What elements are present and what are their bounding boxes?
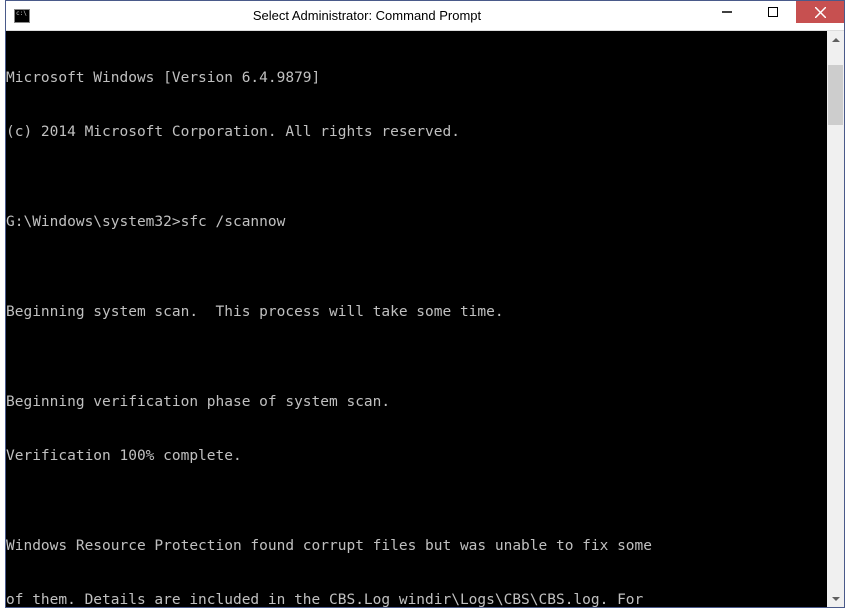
- command-prompt-window: Select Administrator: Command Prompt Mic…: [5, 0, 845, 608]
- output-line: G:\Windows\system32>sfc /scannow: [6, 213, 827, 231]
- console-output[interactable]: Microsoft Windows [Version 6.4.9879] (c)…: [6, 31, 827, 607]
- output-line: Verification 100% complete.: [6, 447, 827, 465]
- minimize-button[interactable]: [704, 1, 750, 23]
- window-title: Select Administrator: Command Prompt: [30, 8, 704, 23]
- output-line: Beginning system scan. This process will…: [6, 303, 827, 321]
- window-controls: [704, 1, 844, 30]
- close-button[interactable]: [796, 1, 844, 23]
- scroll-thumb[interactable]: [828, 65, 843, 125]
- maximize-button[interactable]: [750, 1, 796, 23]
- output-line: Beginning verification phase of system s…: [6, 393, 827, 411]
- scroll-up-button[interactable]: [827, 31, 844, 48]
- minimize-icon: [722, 7, 732, 17]
- scroll-track[interactable]: [827, 48, 844, 590]
- console-area[interactable]: Microsoft Windows [Version 6.4.9879] (c)…: [6, 31, 844, 607]
- titlebar[interactable]: Select Administrator: Command Prompt: [6, 1, 844, 31]
- output-line: Windows Resource Protection found corrup…: [6, 537, 827, 555]
- output-line: Microsoft Windows [Version 6.4.9879]: [6, 69, 827, 87]
- output-line: (c) 2014 Microsoft Corporation. All righ…: [6, 123, 827, 141]
- cmd-icon: [14, 9, 30, 23]
- arrow-up-icon: [832, 38, 840, 42]
- arrow-down-icon: [832, 597, 840, 601]
- maximize-icon: [768, 7, 778, 17]
- vertical-scrollbar[interactable]: [827, 31, 844, 607]
- close-icon: [815, 7, 826, 18]
- output-line: of them. Details are included in the CBS…: [6, 591, 827, 607]
- scroll-down-button[interactable]: [827, 590, 844, 607]
